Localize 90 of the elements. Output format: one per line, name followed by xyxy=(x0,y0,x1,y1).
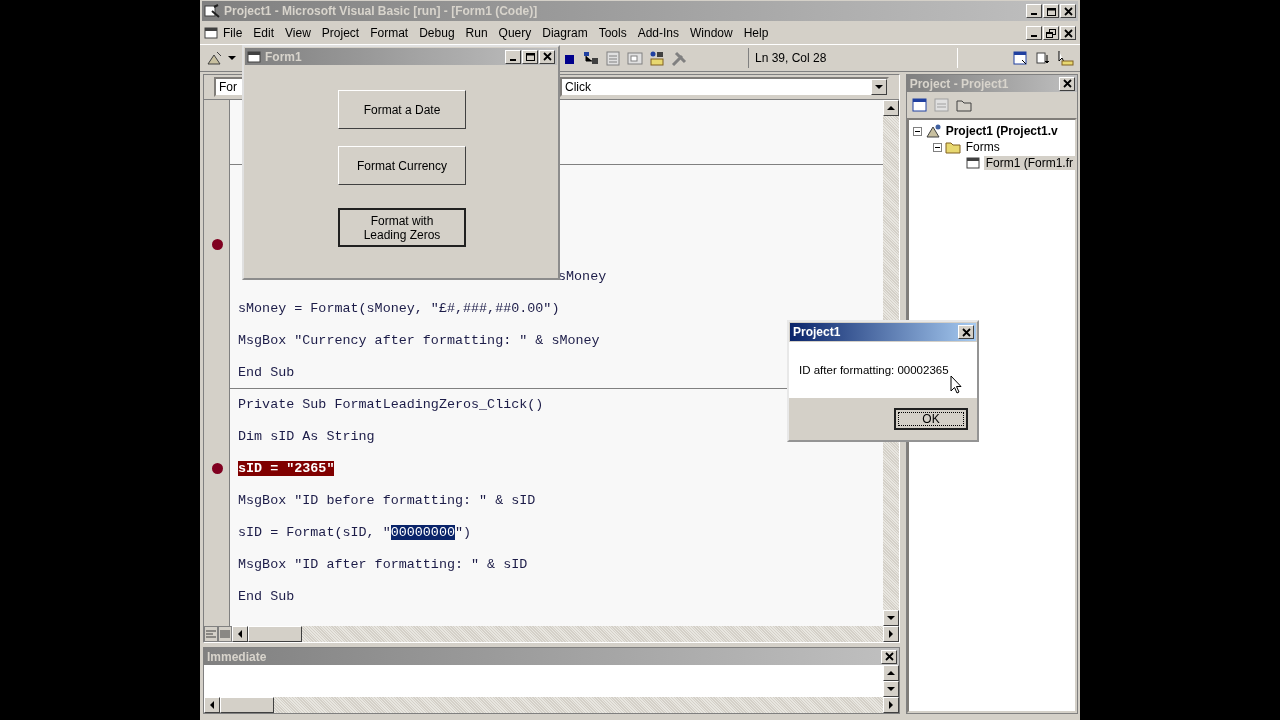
maximize-button[interactable] xyxy=(1043,4,1059,18)
format-button[interactable]: Format a Date xyxy=(338,90,466,129)
window-title: Project1 - Microsoft Visual Basic [run] - [Form1 (Code)] xyxy=(224,4,539,18)
code-text: MsgBox "Currency after formatting: " & sMoney xyxy=(238,332,600,348)
pointer-toolbox-icon[interactable] xyxy=(1056,50,1074,66)
restore-icon xyxy=(1045,27,1057,39)
cursor-position: Ln 39, Col 28 xyxy=(748,48,958,68)
code-text: Private Sub FormatLeadingZeros_Click() xyxy=(238,397,544,412)
code-text: sID = "2365" xyxy=(238,460,335,476)
scroll-thumb[interactable] xyxy=(248,626,302,642)
close-icon xyxy=(882,651,895,662)
menu-item[interactable]: Format xyxy=(365,24,415,42)
close-button[interactable] xyxy=(539,49,555,64)
horizontal-scrollbar[interactable] xyxy=(204,626,899,642)
menu-item[interactable]: Add-Ins xyxy=(632,24,685,42)
menu-item[interactable]: Window xyxy=(685,24,739,42)
window-title: Form1 xyxy=(265,49,303,64)
close-button[interactable] xyxy=(880,649,897,664)
form-icon[interactable] xyxy=(204,26,218,40)
folder-icon xyxy=(944,139,961,155)
menu-item[interactable]: Debug xyxy=(414,24,461,42)
code-text: End Sub xyxy=(238,364,295,380)
format-button[interactable]: Format with Leading Zeros xyxy=(338,208,466,247)
procedure-combo[interactable]: Click xyxy=(560,77,889,97)
dialog-message: ID after formatting: 00002365 xyxy=(799,364,949,376)
minimize-icon xyxy=(1031,13,1037,15)
project-explorer-icon[interactable] xyxy=(582,50,600,66)
minimize-icon xyxy=(510,58,516,61)
menu-item[interactable]: Tools xyxy=(593,24,633,42)
code-text: End Sub xyxy=(238,588,295,604)
tree-item[interactable]: Forms xyxy=(963,140,1002,154)
menu-item[interactable]: Edit xyxy=(248,24,281,42)
code-text: Dim sID As String xyxy=(238,428,375,444)
app-icon xyxy=(204,3,220,19)
restore-button[interactable] xyxy=(1043,26,1059,40)
code-text: sID = Format(sID, " xyxy=(238,524,391,540)
close-button[interactable] xyxy=(958,325,974,339)
dropdown-button[interactable] xyxy=(870,79,887,95)
pane-title: Immediate xyxy=(207,649,267,664)
expander-icon[interactable] xyxy=(912,126,922,136)
form-icon xyxy=(247,49,261,64)
menu-item[interactable]: File xyxy=(218,24,249,42)
menu-item[interactable]: Project xyxy=(316,24,366,42)
close-icon xyxy=(1061,78,1073,89)
project-icon xyxy=(924,123,941,139)
close-icon xyxy=(1062,27,1074,39)
tree-item[interactable]: Project1 (Project1.v xyxy=(943,124,1060,138)
code-text: MsgBox "ID after formatting: " & sID xyxy=(238,556,528,572)
add-project-icon[interactable] xyxy=(206,50,224,66)
maximize-button[interactable] xyxy=(522,49,538,64)
menu-item[interactable]: Query xyxy=(493,24,538,42)
ok-button[interactable]: OK xyxy=(894,408,968,430)
minimize-icon xyxy=(1031,35,1037,37)
menu-item[interactable]: View xyxy=(280,24,317,42)
minimize-button[interactable] xyxy=(1026,4,1042,18)
minimize-button[interactable] xyxy=(505,49,521,64)
breakpoint-icon[interactable] xyxy=(211,238,223,250)
tree-item[interactable]: Form1 (Form1.fr xyxy=(983,156,1075,170)
expander-icon[interactable] xyxy=(932,142,942,152)
close-button[interactable] xyxy=(1059,76,1075,91)
object-browser-icon[interactable] xyxy=(648,50,666,66)
form-icon xyxy=(964,155,981,171)
format-button[interactable]: Format Currency xyxy=(338,146,466,185)
maximize-icon xyxy=(1045,5,1057,17)
object-combo[interactable]: For xyxy=(214,77,244,97)
close-icon xyxy=(1062,5,1074,17)
view-code-icon[interactable] xyxy=(910,97,929,113)
mouse-pointer-icon xyxy=(950,375,962,395)
caret-icon[interactable] xyxy=(228,56,236,60)
breakpoint-icon[interactable] xyxy=(211,462,223,474)
close-button[interactable] xyxy=(1060,26,1076,40)
close-button[interactable] xyxy=(1060,4,1076,18)
menu-item[interactable]: Run xyxy=(460,24,494,42)
dialog-title: Project1 xyxy=(793,325,841,339)
selected-text: 00000000 xyxy=(390,524,455,540)
code-text: MsgBox "ID before formatting: " & sID xyxy=(238,492,536,508)
close-icon xyxy=(541,51,553,62)
minimize-button[interactable] xyxy=(1026,26,1042,40)
code-text: sMoney = Format(sMoney, "£#,###,##0.00") xyxy=(238,300,560,316)
horizontal-scrollbar[interactable] xyxy=(204,697,899,713)
vertical-scrollbar[interactable] xyxy=(882,665,899,697)
pane-title: Project - Project1 xyxy=(909,76,1009,91)
maximize-icon xyxy=(524,51,536,62)
scroll-thumb[interactable] xyxy=(220,697,274,713)
menu-item[interactable]: Help xyxy=(738,24,775,42)
menu-item[interactable]: Diagram xyxy=(537,24,594,42)
close-icon xyxy=(960,326,972,338)
list-icon[interactable] xyxy=(1034,50,1052,66)
data-view-icon[interactable] xyxy=(1012,50,1030,66)
code-text: sMoney xyxy=(558,268,607,284)
